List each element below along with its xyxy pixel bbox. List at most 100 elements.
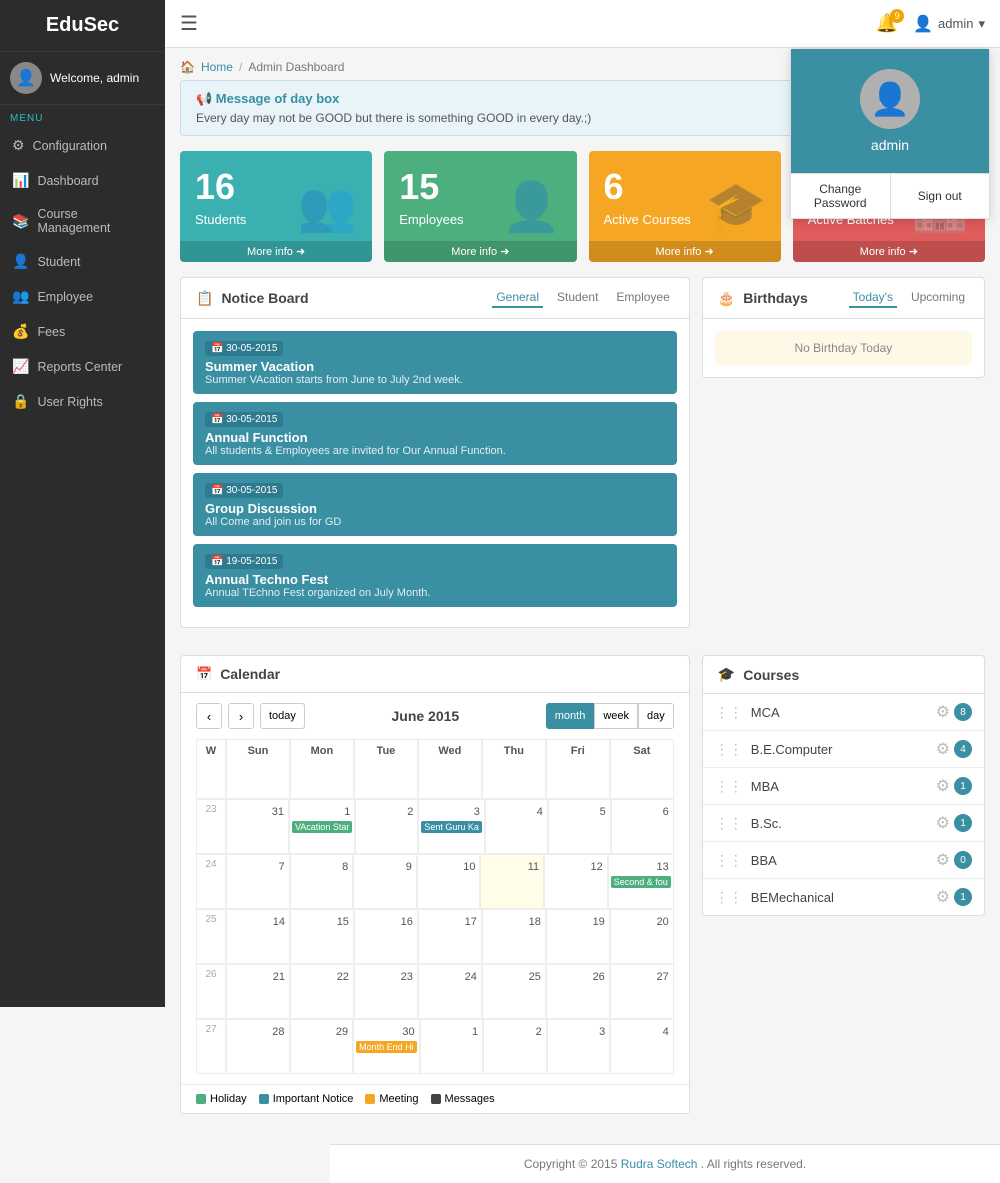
cal-day-15[interactable]: 15 [290, 909, 354, 964]
cal-day-19[interactable]: 19 [546, 909, 610, 964]
course-settings-icon[interactable]: ⚙ [936, 702, 950, 722]
calendar-column: 📅 Calendar ‹ › today June 2015 month wee… [180, 655, 690, 1114]
notice-item-annual-function[interactable]: 📅 30-05-2015 Annual Function All student… [193, 402, 677, 465]
cal-day-27[interactable]: 27 [610, 964, 674, 1019]
sign-out-button[interactable]: Sign out [891, 174, 990, 218]
course-item-becomputer[interactable]: ⋮⋮ B.E.Computer ⚙ 4 [703, 731, 984, 768]
cal-event[interactable]: Second & fou [611, 876, 671, 888]
notification-bell[interactable]: 🔔 9 [876, 13, 898, 34]
cal-day-9[interactable]: 9 [353, 854, 417, 909]
cal-day-16[interactable]: 16 [354, 909, 418, 964]
notice-item-group-discussion[interactable]: 📅 30-05-2015 Group Discussion All Come a… [193, 473, 677, 536]
cal-day-8[interactable]: 8 [290, 854, 354, 909]
stat-card-employees[interactable]: 15 Employees 👤 More info ➜ [384, 151, 576, 262]
calendar-week-view-btn[interactable]: week [594, 703, 638, 729]
cal-day-3[interactable]: 3 [547, 1019, 611, 1074]
cal-day-30[interactable]: 30 Month End Hi [353, 1019, 420, 1074]
cal-day-11[interactable]: 11 [480, 854, 544, 909]
main-content: ☰ 🔔 9 👤 admin ▾ 👤 admin Change Password … [165, 0, 1000, 1183]
notice-tab-student[interactable]: Student [553, 288, 602, 308]
cal-day-22[interactable]: 22 [290, 964, 354, 1019]
calendar-day-view-btn[interactable]: day [638, 703, 674, 729]
cal-day-29[interactable]: 29 [290, 1019, 354, 1074]
sidebar-item-user-rights[interactable]: 🔒 User Rights [0, 384, 165, 419]
sidebar-item-course-management[interactable]: 📚 Course Management [0, 198, 165, 244]
course-settings-icon[interactable]: ⚙ [936, 813, 950, 833]
hamburger-icon[interactable]: ☰ [180, 11, 198, 36]
stat-more-employees[interactable]: More info ➜ [384, 241, 576, 262]
cal-day-18[interactable]: 18 [482, 909, 546, 964]
course-settings-icon[interactable]: ⚙ [936, 739, 950, 759]
cal-event[interactable]: Sent Guru Ka [421, 821, 482, 833]
cal-day-1[interactable]: 1 [420, 1019, 484, 1074]
cal-day-4[interactable]: 4 [610, 1019, 674, 1074]
cal-day-7[interactable]: 7 [226, 854, 290, 909]
sidebar-item-configuration[interactable]: ⚙ Configuration [0, 128, 165, 163]
cal-day-2[interactable]: 2 [355, 799, 418, 854]
cal-day-6[interactable]: 6 [611, 799, 674, 854]
sidebar-item-employee[interactable]: 👥 Employee [0, 279, 165, 314]
cal-day-28[interactable]: 28 [226, 1019, 290, 1074]
calendar-prev-btn[interactable]: ‹ [196, 703, 222, 729]
cal-day-24[interactable]: 24 [418, 964, 482, 1019]
course-settings-icon[interactable]: ⚙ [936, 887, 950, 907]
cal-day-21[interactable]: 21 [226, 964, 290, 1019]
notice-item-summer-vacation[interactable]: 📅 30-05-2015 Summer Vacation Summer VAca… [193, 331, 677, 394]
notice-tab-general[interactable]: General [492, 288, 543, 308]
cal-day-2[interactable]: 2 [483, 1019, 547, 1074]
stat-card-students[interactable]: 16 Students 👥 More info ➜ [180, 151, 372, 262]
sidebar-user: 👤 Welcome, admin [0, 52, 165, 105]
notice-tab-employee[interactable]: Employee [612, 288, 673, 308]
cal-day-17[interactable]: 17 [418, 909, 482, 964]
notice-item-annual-techno-fest[interactable]: 📅 19-05-2015 Annual Techno Fest Annual T… [193, 544, 677, 607]
cal-day-10[interactable]: 10 [417, 854, 481, 909]
cal-event[interactable]: Month End Hi [356, 1041, 417, 1053]
birthday-tab-todays[interactable]: Today's [849, 288, 897, 308]
cal-day-13[interactable]: 13 Second & fou [608, 854, 674, 909]
change-password-button[interactable]: Change Password [791, 174, 891, 218]
calendar-month-view-btn[interactable]: month [546, 703, 595, 729]
calendar-next-btn[interactable]: › [228, 703, 254, 729]
birthdays-body: No Birthday Today [703, 319, 984, 377]
cal-day-31[interactable]: 31 [226, 799, 289, 854]
course-badge: 1 [954, 888, 972, 906]
cal-day-12[interactable]: 12 [544, 854, 608, 909]
cal-day-1[interactable]: 1 VAcation Star [289, 799, 355, 854]
footer-company-link[interactable]: Rudra Softech [621, 1157, 698, 1171]
admin-dropdown-actions: Change Password Sign out [791, 173, 989, 218]
cal-day-25[interactable]: 25 [482, 964, 546, 1019]
course-settings-icon[interactable]: ⚙ [936, 850, 950, 870]
course-name: MCA [751, 705, 936, 720]
calendar-header: 📅 Calendar [181, 656, 689, 693]
cal-day-4[interactable]: 4 [485, 799, 548, 854]
cal-week-26: 26 21 22 23 24 25 26 27 [196, 964, 674, 1019]
cal-day-3[interactable]: 3 Sent Guru Ka [418, 799, 485, 854]
cal-event[interactable]: VAcation Star [292, 821, 352, 833]
course-item-bba[interactable]: ⋮⋮ BBA ⚙ 0 [703, 842, 984, 879]
cal-day-26[interactable]: 26 [546, 964, 610, 1019]
cal-day-23[interactable]: 23 [354, 964, 418, 1019]
stat-card-active-courses[interactable]: 6 Active Courses 🎓 More info ➜ [589, 151, 781, 262]
sidebar-item-reports-center[interactable]: 📈 Reports Center [0, 349, 165, 384]
notice-date: 📅 19-05-2015 [205, 554, 283, 569]
course-settings-icon[interactable]: ⚙ [936, 776, 950, 796]
stat-icon-students: 👥 [297, 178, 357, 235]
sidebar-item-dashboard[interactable]: 📊 Dashboard [0, 163, 165, 198]
notice-tabs: General Student Employee [492, 288, 673, 308]
course-item-mba[interactable]: ⋮⋮ MBA ⚙ 1 [703, 768, 984, 805]
course-item-bsc[interactable]: ⋮⋮ B.Sc. ⚙ 1 [703, 805, 984, 842]
stat-more-students[interactable]: More info ➜ [180, 241, 372, 262]
cal-day-5[interactable]: 5 [548, 799, 611, 854]
cal-day-14[interactable]: 14 [226, 909, 290, 964]
course-item-mca[interactable]: ⋮⋮ MCA ⚙ 8 [703, 694, 984, 731]
stat-more-active-batches[interactable]: More info ➜ [793, 241, 985, 262]
stat-more-active-courses[interactable]: More info ➜ [589, 241, 781, 262]
sidebar-item-student[interactable]: 👤 Student [0, 244, 165, 279]
calendar-today-btn[interactable]: today [260, 703, 305, 729]
cal-day-20[interactable]: 20 [610, 909, 674, 964]
course-item-bemechanical[interactable]: ⋮⋮ BEMechanical ⚙ 1 [703, 879, 984, 915]
user-dropdown[interactable]: 👤 admin ▾ [913, 14, 985, 34]
sidebar-item-fees[interactable]: 💰 Fees [0, 314, 165, 349]
birthday-tab-upcoming[interactable]: Upcoming [907, 288, 969, 308]
breadcrumb-home[interactable]: Home [201, 60, 233, 74]
